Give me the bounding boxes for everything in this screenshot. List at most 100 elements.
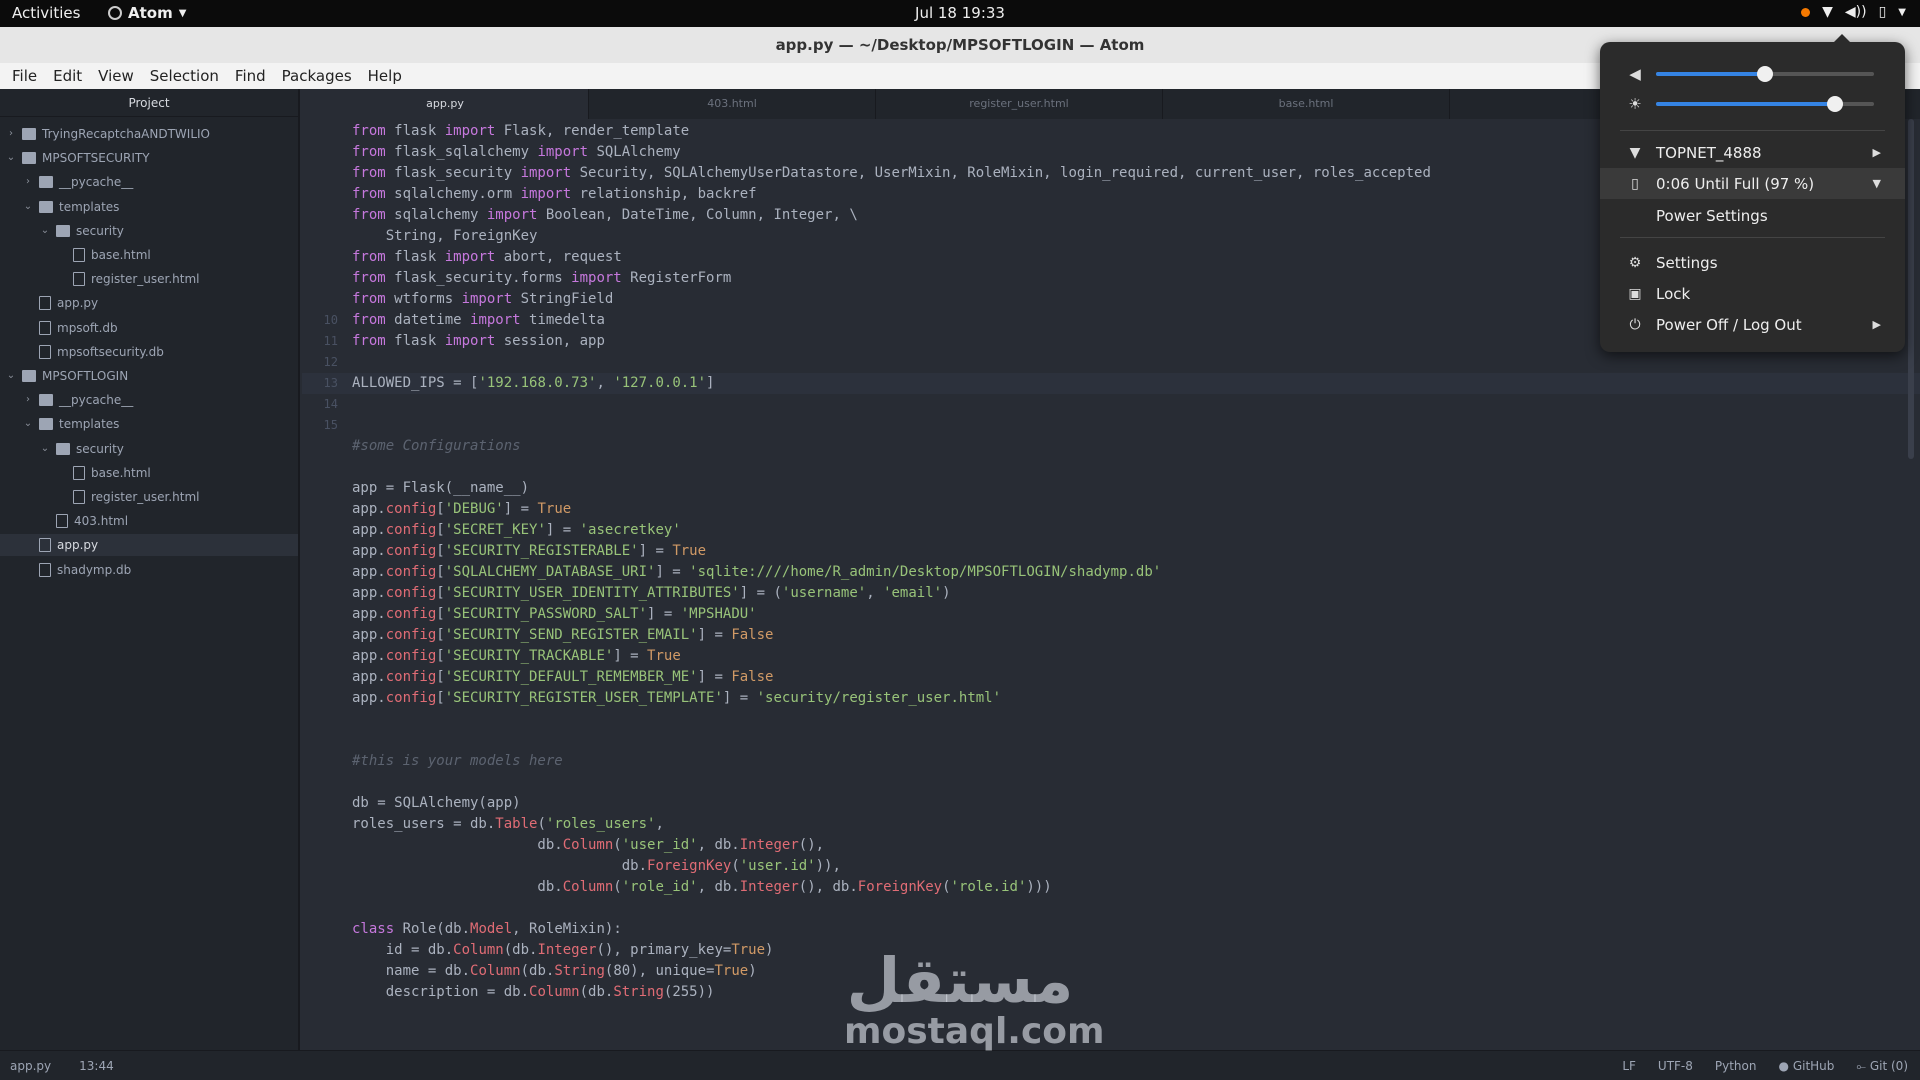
code-line[interactable]: db.Column('user_id', db.Integer(), (352, 835, 824, 856)
tab-app-py[interactable]: app.py (302, 89, 589, 119)
code-line[interactable]: class Role(db.Model, RoleMixin): (352, 919, 622, 940)
battery-status: 0:06 Until Full (97 %) (1656, 174, 1815, 193)
code-line[interactable]: description = db.Column(db.String(255)) (352, 982, 715, 1003)
brightness-slider-fill (1656, 102, 1835, 106)
vertical-scrollbar[interactable] (1908, 119, 1914, 459)
tree-folder[interactable]: ⌄ MPSOFTLOGIN (0, 365, 298, 387)
tree-folder[interactable]: ⌄ templates (0, 196, 298, 218)
code-line[interactable]: from flask_sqlalchemy import SQLAlchemy (352, 142, 681, 163)
code-line[interactable]: from flask import Flask, render_template (352, 121, 689, 142)
tree-item-label: security (76, 441, 124, 456)
code-line[interactable]: app.config['SECURITY_REGISTERABLE'] = Tr… (352, 541, 706, 562)
line-number-gutter[interactable]: 10 11 12 13 14 15 (302, 119, 342, 1050)
tree-file[interactable]: mpsoftsecurity.db (0, 341, 298, 363)
code-line[interactable]: from sqlalchemy import Boolean, DateTime… (352, 205, 858, 226)
tree-folder[interactable]: ⌄ MPSOFTSECURITY (0, 147, 298, 169)
tree-folder[interactable]: ⌄ security (0, 220, 298, 242)
chevron-down-icon: ▼ (1898, 6, 1906, 18)
code-line[interactable]: app.config['SECURITY_PASSWORD_SALT'] = '… (352, 604, 757, 625)
tree-file[interactable]: register_user.html (0, 486, 298, 508)
status-file-name[interactable]: app.py (10, 1059, 51, 1073)
status-github[interactable]: ● GitHub (1779, 1059, 1835, 1074)
git-branch-icon: ⟜ (1856, 1059, 1867, 1073)
code-line[interactable]: db = SQLAlchemy(app) (352, 793, 521, 814)
code-line[interactable]: app.config['SECURITY_SEND_REGISTER_EMAIL… (352, 625, 773, 646)
code-line[interactable]: app.config['SECURITY_REGISTER_USER_TEMPL… (352, 688, 1001, 709)
tree-file[interactable]: mpsoft.db (0, 317, 298, 339)
menu-help[interactable]: Help (362, 63, 408, 89)
power-settings-item[interactable]: Power Settings (1600, 200, 1905, 231)
status-grammar[interactable]: Python (1715, 1059, 1757, 1074)
code-line[interactable]: app.config['SECURITY_DEFAULT_REMEMBER_ME… (352, 667, 773, 688)
menu-find[interactable]: Find (229, 63, 272, 89)
code-line[interactable]: app.config['SQLALCHEMY_DATABASE_URI'] = … (352, 562, 1161, 583)
code-line[interactable]: from sqlalchemy.orm import relationship,… (352, 184, 757, 205)
status-cursor-position[interactable]: 13:44 (79, 1059, 114, 1073)
code-line[interactable]: app.config['SECRET_KEY'] = 'asecretkey' (352, 520, 681, 541)
tree-folder[interactable]: › __pycache__ (0, 389, 298, 411)
line-number[interactable]: 15 (324, 415, 338, 436)
line-number[interactable]: 10 (324, 310, 338, 331)
folder-icon (56, 442, 70, 455)
menu-edit[interactable]: Edit (47, 63, 88, 89)
tree-file[interactable]: register_user.html (0, 268, 298, 290)
tree-file[interactable]: app.py (0, 292, 298, 314)
menu-file[interactable]: File (6, 63, 43, 89)
clock[interactable]: Jul 18 19:33 (0, 4, 1920, 22)
code-line[interactable]: app = Flask(__name__) (352, 478, 529, 499)
status-line-ending[interactable]: LF (1622, 1059, 1636, 1074)
tab-base-html[interactable]: base.html (1163, 89, 1450, 119)
tree-folder[interactable]: ⌄ security (0, 438, 298, 460)
code-line[interactable]: app.config['SECURITY_TRACKABLE'] = True (352, 646, 681, 667)
tree-file[interactable]: app.py (0, 534, 298, 557)
tree-folder[interactable]: › __pycache__ (0, 171, 298, 193)
tree-file[interactable]: shadymp.db (0, 559, 298, 581)
volume-slider[interactable] (1656, 66, 1874, 82)
code-line[interactable]: ALLOWED_IPS = ['192.168.0.73', '127.0.0.… (352, 373, 714, 394)
code-line[interactable]: from flask_security.forms import Registe… (352, 268, 731, 289)
code-line[interactable]: app.config['SECURITY_USER_IDENTITY_ATTRI… (352, 583, 951, 604)
code-line[interactable]: from wtforms import StringField (352, 289, 613, 310)
tree-file[interactable]: 403.html (0, 510, 298, 532)
tree-folder[interactable]: › TryingRecaptchaANDTWILIO (0, 123, 298, 145)
lock-menu-item[interactable]: ▣ Lock (1600, 278, 1905, 309)
code-line[interactable]: String, ForeignKey (352, 226, 538, 247)
brightness-slider-knob[interactable] (1826, 96, 1843, 112)
code-line[interactable]: roles_users = db.Table('roles_users', (352, 814, 664, 835)
line-number[interactable]: 12 (324, 352, 338, 373)
wifi-menu-item[interactable]: ▼ TOPNET_4888 ▶ (1600, 137, 1905, 168)
code-line[interactable]: from flask import session, app (352, 331, 605, 352)
battery-menu-item[interactable]: ▯ 0:06 Until Full (97 %) ▼ (1600, 168, 1905, 199)
status-git[interactable]: ⟜ Git (0) (1856, 1059, 1908, 1074)
brightness-slider[interactable] (1656, 96, 1874, 112)
volume-slider-knob[interactable] (1757, 66, 1773, 82)
power-off-menu-item[interactable]: ⏻ Power Off / Log Out ▶ (1600, 309, 1905, 340)
tree-file[interactable]: base.html (0, 244, 298, 266)
code-line[interactable]: from datetime import timedelta (352, 310, 605, 331)
code-line[interactable]: #some Configurations (352, 436, 521, 457)
line-number[interactable]: 11 (324, 331, 338, 352)
menu-selection[interactable]: Selection (144, 63, 225, 89)
system-tray[interactable]: ▼ ◀)) ▯ ▼ (1801, 4, 1906, 20)
code-line[interactable]: app.config['DEBUG'] = True (352, 499, 571, 520)
menu-view[interactable]: View (92, 63, 140, 89)
code-line[interactable]: #this is your models here (352, 751, 563, 772)
code-line[interactable]: from flask_security import Security, SQL… (352, 163, 1431, 184)
line-number[interactable]: 14 (324, 394, 338, 415)
tree-folder[interactable]: ⌄ templates (0, 413, 298, 435)
code-line[interactable]: db.ForeignKey('user.id')), (352, 856, 841, 877)
code-line[interactable]: name = db.Column(db.String(80), unique=T… (352, 961, 757, 982)
menu-packages[interactable]: Packages (276, 63, 358, 89)
code-line[interactable]: id = db.Column(db.Integer(), primary_key… (352, 940, 774, 961)
tab-register-user-html[interactable]: register_user.html (876, 89, 1163, 119)
tab-403-html[interactable]: 403.html (589, 89, 876, 119)
tree-file[interactable]: base.html (0, 462, 298, 484)
line-number[interactable]: 13 (324, 373, 338, 394)
code-line[interactable]: db.Column('role_id', db.Integer(), db.Fo… (352, 877, 1051, 898)
project-panel-title: Project (0, 89, 298, 117)
code-line[interactable]: from flask import abort, request (352, 247, 622, 268)
tree-item-label: templates (59, 199, 120, 214)
wifi-network-name: TOPNET_4888 (1656, 143, 1762, 162)
status-encoding[interactable]: UTF-8 (1658, 1059, 1693, 1074)
settings-menu-item[interactable]: ⚙ Settings (1600, 247, 1905, 278)
